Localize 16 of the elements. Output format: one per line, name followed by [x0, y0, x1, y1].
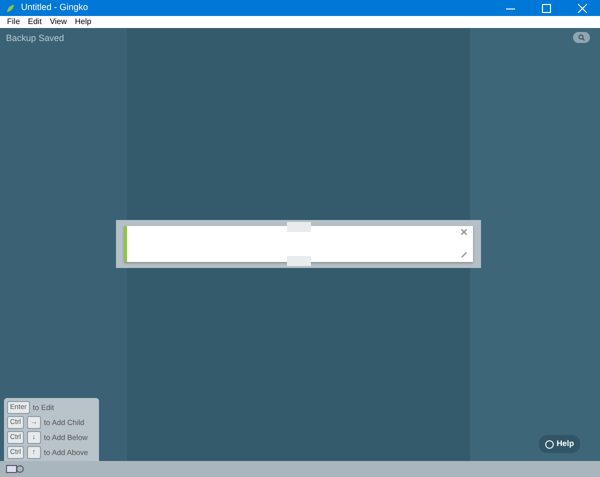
menu-item[interactable]: Help — [70, 16, 96, 28]
help-button[interactable]: Help — [538, 435, 580, 453]
help-icon — [544, 440, 554, 448]
window-title: Untitled - Gingko — [21, 1, 88, 14]
keyboard-icon[interactable] — [6, 465, 24, 473]
menu-item[interactable]: View — [46, 16, 71, 28]
menu-item[interactable]: File — [3, 16, 24, 28]
pencil-icon[interactable] — [460, 251, 468, 259]
menu-item[interactable]: Edit — [24, 16, 46, 28]
maximize-icon — [542, 4, 550, 12]
close-icon — [578, 4, 586, 12]
search-button[interactable] — [573, 32, 590, 43]
search-icon — [578, 34, 585, 41]
close-icon[interactable] — [461, 229, 467, 235]
leaf-icon — [6, 4, 15, 12]
backup-status: Backup Saved — [6, 32, 64, 45]
